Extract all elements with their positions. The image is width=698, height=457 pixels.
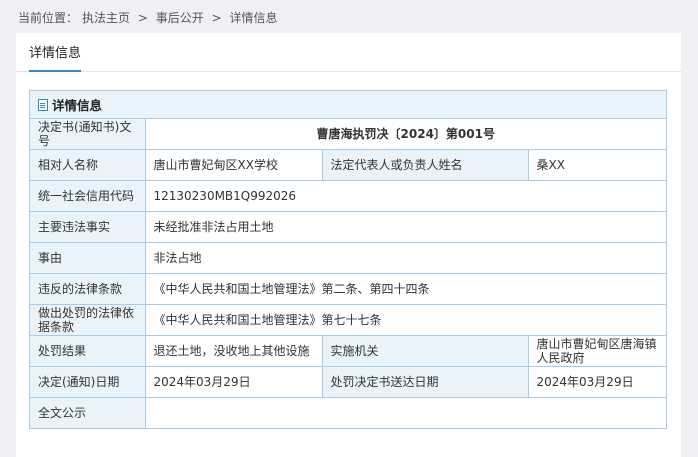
table-row: 做出处罚的法律依据条款 《中华人民共和国土地管理法》第七十七条 [30, 304, 666, 336]
decision-date-label: 决定(通知)日期 [30, 366, 146, 398]
credit-code-label: 统一社会信用代码 [30, 180, 146, 212]
tab-detail-info[interactable]: 详情信息 [29, 42, 82, 72]
content-panel: 详情信息 详情信息 决定书(通知书)文号 曹唐海执罚决〔2024〕第001号 相… [16, 33, 681, 457]
decision-no-value: 曹唐海执罚决〔2024〕第001号 [144, 119, 666, 150]
table-row: 处罚结果 退还土地，没收地上其他设施 实施机关 唐山市曹妃甸区唐海镇人民政府 [30, 335, 666, 367]
breadcrumb-current: 详情信息 [229, 11, 278, 25]
breadcrumb-separator: > [137, 11, 148, 25]
breadcrumb-home-link[interactable]: 执法主页 [82, 11, 130, 25]
breadcrumb-separator: > [211, 11, 222, 25]
credit-code-value: 12130230MB1Q992026 [144, 180, 666, 212]
cause-label: 事由 [30, 242, 146, 274]
tab-bar: 详情信息 [16, 33, 681, 72]
detail-box: 详情信息 决定书(通知书)文号 曹唐海执罚决〔2024〕第001号 相对人名称 … [29, 90, 667, 429]
table-row: 统一社会信用代码 12130230MB1Q992026 [30, 180, 666, 212]
delivery-date-label: 处罚决定书送达日期 [321, 366, 529, 398]
violated-law-value: 《中华人民共和国土地管理法》第二条、第四十四条 [144, 273, 666, 305]
decision-date-value: 2024年03月29日 [144, 366, 323, 398]
detail-header-title: 详情信息 [52, 98, 103, 113]
table-row: 主要违法事实 未经批准非法占用土地 [30, 211, 666, 243]
party-label: 相对人名称 [30, 149, 146, 181]
table-row: 违反的法律条款 《中华人民共和国土地管理法》第二条、第四十四条 [30, 273, 666, 305]
legal-rep-label: 法定代表人或负责人姓名 [321, 149, 529, 181]
table-row: 全文公示 [30, 397, 666, 428]
violation-label: 主要违法事实 [30, 211, 146, 243]
result-value: 退还土地，没收地上其他设施 [144, 335, 323, 367]
breadcrumb-public-link[interactable]: 事后公开 [156, 11, 204, 25]
penalty-basis-label: 做出处罚的法律依据条款 [30, 304, 146, 336]
delivery-date-value: 2024年03月29日 [527, 366, 666, 398]
party-value: 唐山市曹妃甸区XX学校 [144, 149, 323, 181]
legal-rep-value: 桑XX [527, 149, 666, 181]
detail-table: 决定书(通知书)文号 曹唐海执罚决〔2024〕第001号 相对人名称 唐山市曹妃… [30, 119, 666, 428]
penalty-basis-value: 《中华人民共和国土地管理法》第七十七条 [144, 304, 666, 336]
breadcrumb-prefix: 当前位置： [18, 11, 79, 25]
breadcrumb: 当前位置： 执法主页 > 事后公开 > 详情信息 [18, 9, 282, 26]
violation-value: 未经批准非法占用土地 [144, 211, 666, 243]
fulltext-label: 全文公示 [30, 397, 146, 428]
table-row: 相对人名称 唐山市曹妃甸区XX学校 法定代表人或负责人姓名 桑XX [30, 149, 666, 181]
violated-law-label: 违反的法律条款 [30, 273, 146, 305]
cause-value: 非法占地 [144, 242, 666, 274]
document-icon [38, 98, 48, 111]
table-row: 事由 非法占地 [30, 242, 666, 274]
table-row: 决定(通知)日期 2024年03月29日 处罚决定书送达日期 2024年03月2… [30, 366, 666, 398]
table-row: 决定书(通知书)文号 曹唐海执罚决〔2024〕第001号 [30, 119, 666, 150]
authority-label: 实施机关 [321, 335, 529, 367]
detail-header: 详情信息 [30, 91, 666, 119]
authority-value: 唐山市曹妃甸区唐海镇人民政府 [527, 335, 666, 367]
fulltext-value [144, 397, 666, 428]
result-label: 处罚结果 [30, 335, 146, 367]
decision-no-label: 决定书(通知书)文号 [30, 119, 146, 150]
